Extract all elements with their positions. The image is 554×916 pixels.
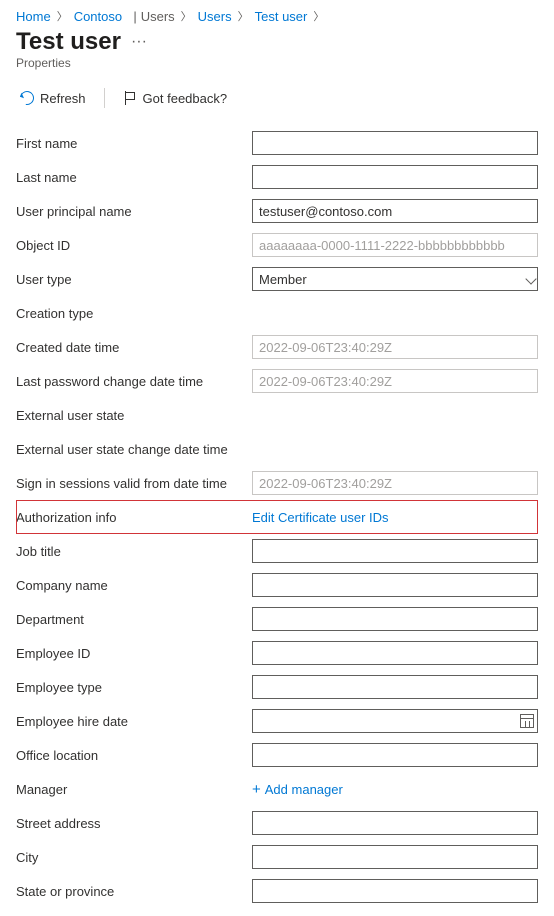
created-input: [252, 335, 538, 359]
row-department: Department: [16, 602, 538, 636]
chevron-right-icon: 〉: [236, 8, 251, 24]
row-pwd-change: Last password change date time: [16, 364, 538, 398]
label-upn: User principal name: [16, 204, 252, 219]
label-created: Created date time: [16, 340, 252, 355]
upn-input[interactable]: [252, 199, 538, 223]
row-ext-state-change: External user state change date time: [16, 432, 538, 466]
add-manager-label: Add manager: [265, 782, 343, 797]
label-employee-id: Employee ID: [16, 646, 252, 661]
label-street: Street address: [16, 816, 252, 831]
employee-type-input[interactable]: [252, 675, 538, 699]
row-employee-type: Employee type: [16, 670, 538, 704]
company-input[interactable]: [252, 573, 538, 597]
row-hire-date: Employee hire date: [16, 704, 538, 738]
breadcrumb-tenant[interactable]: Contoso: [74, 9, 122, 24]
calendar-icon[interactable]: [520, 714, 534, 728]
label-creation-type: Creation type: [16, 306, 252, 321]
chevron-right-icon: 〉: [179, 8, 194, 24]
pwd-change-input: [252, 369, 538, 393]
feedback-button[interactable]: Got feedback?: [119, 89, 232, 108]
row-company: Company name: [16, 568, 538, 602]
refresh-label: Refresh: [40, 91, 86, 106]
label-last-name: Last name: [16, 170, 252, 185]
row-city: City: [16, 840, 538, 874]
refresh-icon: [17, 88, 36, 107]
more-icon[interactable]: ···: [131, 33, 147, 51]
hire-date-input[interactable]: [252, 709, 538, 733]
state-input[interactable]: [252, 879, 538, 903]
row-manager: Manager + Add manager: [16, 772, 538, 806]
label-first-name: First name: [16, 136, 252, 151]
breadcrumb-section: Users: [141, 9, 175, 24]
row-street: Street address: [16, 806, 538, 840]
row-object-id: Object ID: [16, 228, 538, 262]
first-name-input[interactable]: [252, 131, 538, 155]
row-authorization-info: Authorization info Edit Certificate user…: [16, 500, 538, 534]
city-input[interactable]: [252, 845, 538, 869]
office-input[interactable]: [252, 743, 538, 767]
row-last-name: Last name: [16, 160, 538, 194]
label-city: City: [16, 850, 252, 865]
street-input[interactable]: [252, 811, 538, 835]
label-user-type: User type: [16, 272, 252, 287]
command-bar: Refresh Got feedback?: [16, 84, 538, 112]
label-employee-type: Employee type: [16, 680, 252, 695]
plus-icon: +: [252, 781, 261, 798]
breadcrumb-home[interactable]: Home: [16, 9, 51, 24]
breadcrumb: Home 〉 Contoso | Users 〉 Users 〉 Test us…: [16, 8, 538, 24]
feedback-label: Got feedback?: [143, 91, 228, 106]
flag-icon: [123, 91, 137, 105]
row-employee-id: Employee ID: [16, 636, 538, 670]
page-subtitle: Properties: [16, 56, 538, 70]
label-manager: Manager: [16, 782, 252, 797]
row-office: Office location: [16, 738, 538, 772]
row-created: Created date time: [16, 330, 538, 364]
user-type-select[interactable]: Member: [252, 267, 538, 291]
label-company: Company name: [16, 578, 252, 593]
ext-state-value: [252, 408, 254, 423]
label-authorization-info: Authorization info: [16, 510, 252, 525]
breadcrumb-current[interactable]: Test user: [255, 9, 308, 24]
label-department: Department: [16, 612, 252, 627]
add-manager-link[interactable]: + Add manager: [252, 782, 343, 797]
employee-id-input[interactable]: [252, 641, 538, 665]
label-state: State or province: [16, 884, 252, 899]
label-pwd-change: Last password change date time: [16, 374, 252, 389]
edit-certificate-user-ids-link[interactable]: Edit Certificate user IDs: [252, 510, 389, 525]
label-hire-date: Employee hire date: [16, 714, 252, 729]
label-object-id: Object ID: [16, 238, 252, 253]
row-user-type: User type Member: [16, 262, 538, 296]
row-ext-state: External user state: [16, 398, 538, 432]
chevron-right-icon: 〉: [311, 8, 326, 24]
last-name-input[interactable]: [252, 165, 538, 189]
label-ext-state-change: External user state change date time: [16, 442, 252, 457]
department-input[interactable]: [252, 607, 538, 631]
row-first-name: First name: [16, 126, 538, 160]
row-state: State or province: [16, 874, 538, 908]
label-job-title: Job title: [16, 544, 252, 559]
job-title-input[interactable]: [252, 539, 538, 563]
object-id-input: [252, 233, 538, 257]
label-sign-in-valid: Sign in sessions valid from date time: [16, 476, 252, 491]
ext-state-change-value: [252, 442, 254, 457]
toolbar-separator: [104, 88, 105, 108]
user-type-value: Member: [259, 272, 307, 287]
page-title: Test user: [16, 28, 121, 56]
sign-in-valid-input: [252, 471, 538, 495]
row-job-title: Job title: [16, 534, 538, 568]
row-sign-in-valid: Sign in sessions valid from date time: [16, 466, 538, 500]
creation-type-value: [252, 306, 254, 321]
chevron-right-icon: 〉: [55, 8, 70, 24]
row-creation-type: Creation type: [16, 296, 538, 330]
refresh-button[interactable]: Refresh: [16, 89, 90, 108]
row-upn: User principal name: [16, 194, 538, 228]
label-office: Office location: [16, 748, 252, 763]
breadcrumb-divider: |: [126, 9, 137, 24]
label-ext-state: External user state: [16, 408, 252, 423]
breadcrumb-subsection[interactable]: Users: [198, 9, 232, 24]
